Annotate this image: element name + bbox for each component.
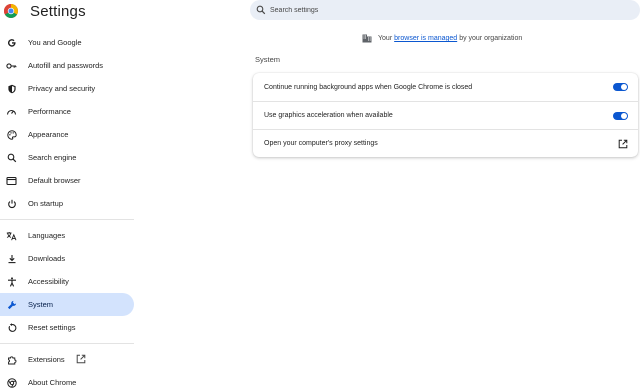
sidebar-item-label: On startup: [28, 199, 64, 208]
search-icon: [6, 152, 17, 163]
sidebar-item-downloads[interactable]: Downloads: [0, 247, 134, 270]
row-label: Use graphics acceleration when available: [264, 112, 393, 119]
sidebar-item-you-and-google[interactable]: You and Google: [0, 31, 134, 54]
search-input[interactable]: [270, 6, 610, 14]
sidebar-item-label: Appearance: [28, 130, 69, 139]
sidebar-item-default-browser[interactable]: Default browser: [0, 169, 134, 192]
sidebar-item-accessibility[interactable]: Accessibility: [0, 270, 134, 293]
page-title: Settings: [30, 3, 86, 20]
chrome-logo-icon: [4, 4, 18, 18]
sidebar-item-label: Reset settings: [28, 323, 76, 332]
background-apps-row[interactable]: Continue running background apps when Go…: [253, 73, 638, 101]
sidebar-item-label: Default browser: [28, 176, 81, 185]
sidebar-item-label: System: [28, 300, 54, 309]
managed-notice-suffix: by your organization: [459, 35, 523, 42]
building-icon: [362, 34, 372, 43]
sidebar-item-languages[interactable]: Languages: [0, 224, 134, 247]
reset-icon: [6, 322, 17, 333]
sidebar-item-performance[interactable]: Performance: [0, 100, 134, 123]
search-icon: [256, 5, 266, 15]
speedometer-icon: [6, 106, 17, 117]
graphics-acceleration-row[interactable]: Use graphics acceleration when available: [253, 101, 638, 129]
download-icon: [6, 253, 17, 264]
sidebar-item-label: Languages: [28, 231, 66, 240]
sidebar-item-about-chrome[interactable]: About Chrome: [0, 371, 134, 389]
row-label: Open your computer's proxy settings: [264, 140, 378, 147]
section-title: System: [255, 55, 281, 64]
sidebar-item-label: Extensions: [28, 355, 65, 364]
proxy-settings-row[interactable]: Open your computer's proxy settings: [253, 129, 638, 157]
sidebar-item-label: Autofill and passwords: [28, 61, 104, 70]
system-settings-card: Continue running background apps when Go…: [253, 73, 638, 157]
managed-notice-prefix: Your: [378, 35, 393, 42]
open-in-new-icon: [76, 354, 86, 364]
sidebar-item-label: You and Google: [28, 38, 82, 47]
power-icon: [6, 198, 17, 209]
browser-window-icon: [6, 175, 17, 186]
background-apps-toggle[interactable]: [613, 83, 628, 91]
sidebar-item-label: About Chrome: [28, 378, 77, 387]
toggle-knob: [621, 84, 627, 90]
browser-managed-link[interactable]: browser is managed: [394, 35, 457, 42]
sidebar: You and Google Autofill and passwords Pr…: [0, 31, 134, 389]
sidebar-item-search-engine[interactable]: Search engine: [0, 146, 134, 169]
sidebar-item-label: Downloads: [28, 254, 66, 263]
search-bar[interactable]: [250, 0, 640, 20]
key-icon: [6, 60, 17, 71]
accessibility-icon: [6, 276, 17, 287]
sidebar-item-system[interactable]: System: [0, 293, 134, 316]
sidebar-item-label: Privacy and security: [28, 84, 96, 93]
row-label: Continue running background apps when Go…: [264, 83, 473, 91]
puzzle-icon: [6, 354, 17, 365]
shield-icon: [6, 83, 17, 94]
google-g-icon: [6, 37, 17, 48]
toggle-knob: [621, 112, 627, 119]
sidebar-item-on-startup[interactable]: On startup: [0, 192, 134, 215]
sidebar-item-label: Accessibility: [28, 277, 69, 286]
sidebar-item-privacy[interactable]: Privacy and security: [0, 77, 134, 100]
wrench-icon: [6, 299, 17, 310]
sidebar-item-reset-settings[interactable]: Reset settings: [0, 316, 134, 339]
sidebar-item-label: Search engine: [28, 153, 77, 162]
graphics-acceleration-toggle[interactable]: [613, 111, 628, 120]
sidebar-divider: [0, 219, 134, 220]
sidebar-item-label: Performance: [28, 107, 71, 116]
chrome-outline-icon: [6, 377, 17, 388]
translate-icon: [6, 230, 17, 241]
managed-notice: Your browser is managed by your organiza…: [362, 34, 522, 43]
sidebar-item-autofill[interactable]: Autofill and passwords: [0, 54, 134, 77]
sidebar-item-appearance[interactable]: Appearance: [0, 123, 134, 146]
open-in-new-icon[interactable]: [618, 139, 628, 149]
sidebar-divider: [0, 343, 134, 344]
palette-icon: [6, 129, 17, 140]
sidebar-item-extensions[interactable]: Extensions: [0, 348, 134, 371]
